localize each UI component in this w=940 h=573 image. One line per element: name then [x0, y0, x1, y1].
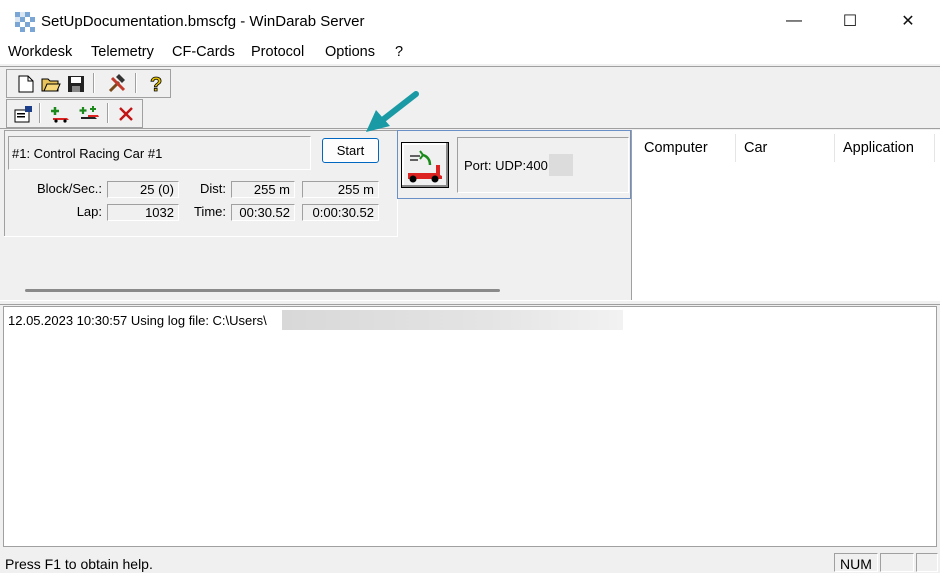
status-help-text: Press F1 to obtain help. — [5, 556, 153, 572]
port-box: Port: UDP:400 — [457, 137, 629, 193]
car-name-box: #1: Control Racing Car #1 — [8, 136, 311, 170]
dist-value-lap: 255 m — [231, 181, 295, 198]
race-car-icon — [408, 150, 442, 183]
column-divider — [834, 134, 835, 162]
time-value-lap: 00:30.52 — [231, 204, 295, 221]
time-value-total: 0:00:30.52 — [302, 204, 379, 221]
num-indicator-box: NUM — [834, 553, 878, 572]
dist-label: Dist: — [200, 181, 226, 196]
redacted-block — [282, 310, 623, 330]
status-pane-empty — [916, 553, 938, 572]
add-car-icon[interactable] — [49, 103, 71, 125]
add-multiple-cars-icon[interactable] — [78, 103, 100, 125]
minimize-button[interactable]: — — [771, 0, 817, 42]
num-indicator: NUM — [840, 556, 872, 572]
save-icon[interactable] — [65, 73, 87, 95]
toolbar-separator — [93, 73, 95, 93]
horizontal-scrollbar[interactable] — [25, 289, 500, 292]
maximize-button[interactable]: ☐ — [827, 0, 873, 42]
properties-icon[interactable] — [13, 103, 35, 125]
time-label: Time: — [193, 204, 226, 219]
menu-help[interactable]: ? — [395, 44, 403, 60]
lap-label: Lap: — [76, 204, 102, 219]
menu-bar: Workdesk Telemetry CF-Cards Protocol Opt… — [0, 42, 940, 64]
toolbar-divider — [0, 128, 940, 129]
svg-text:?: ? — [150, 74, 162, 94]
delete-icon[interactable] — [115, 103, 137, 125]
lap-value: 1032 — [107, 204, 179, 221]
start-button[interactable]: Start — [322, 138, 379, 163]
block-label: Block/Sec.: — [36, 181, 102, 196]
toolbar-separator — [39, 103, 41, 123]
dist-value-total: 255 m — [302, 181, 379, 198]
menu-protocol[interactable]: Protocol — [251, 44, 304, 60]
column-divider — [735, 134, 736, 162]
tools-icon[interactable] — [107, 73, 129, 95]
status-pane-empty — [880, 553, 914, 572]
redacted-block — [549, 154, 573, 176]
pane-splitter[interactable] — [0, 300, 940, 305]
log-pane: 12.05.2023 10:30:57 Using log file: C:\U… — [3, 306, 937, 547]
column-divider — [934, 134, 935, 162]
toolbar-file: ? — [6, 69, 171, 98]
close-button[interactable]: ✕ — [885, 0, 931, 42]
menu-workdesk[interactable]: Workdesk — [8, 44, 72, 60]
new-file-icon[interactable] — [15, 73, 37, 95]
help-icon[interactable]: ? — [145, 73, 167, 95]
menu-options[interactable]: Options — [325, 44, 375, 60]
app-icon — [15, 12, 35, 32]
column-car[interactable]: Car — [744, 140, 767, 156]
menu-telemetry[interactable]: Telemetry — [91, 44, 154, 60]
port-text: Port: UDP:400 — [464, 158, 548, 173]
open-folder-icon[interactable] — [40, 73, 62, 95]
menu-cf-cards[interactable]: CF-Cards — [172, 44, 235, 60]
column-application[interactable]: Application — [843, 140, 914, 156]
title-bar: SetUpDocumentation.bmscfg - WinDarab Ser… — [0, 0, 940, 42]
connection-button[interactable] — [401, 142, 449, 188]
block-value: 25 (0) — [107, 181, 179, 198]
status-bar: Press F1 to obtain help. NUM — [0, 551, 940, 573]
window-title: SetUpDocumentation.bmscfg - WinDarab Ser… — [41, 13, 365, 30]
annotation-arrow-icon — [366, 91, 419, 132]
toolbar-cars — [6, 99, 143, 128]
column-computer[interactable]: Computer — [644, 140, 708, 156]
toolbar-separator — [107, 103, 109, 123]
log-line: 12.05.2023 10:30:57 Using log file: C:\U… — [8, 313, 267, 328]
toolbar-separator — [135, 73, 137, 93]
car-name: #1: Control Racing Car #1 — [12, 146, 163, 161]
menu-divider — [0, 66, 940, 67]
